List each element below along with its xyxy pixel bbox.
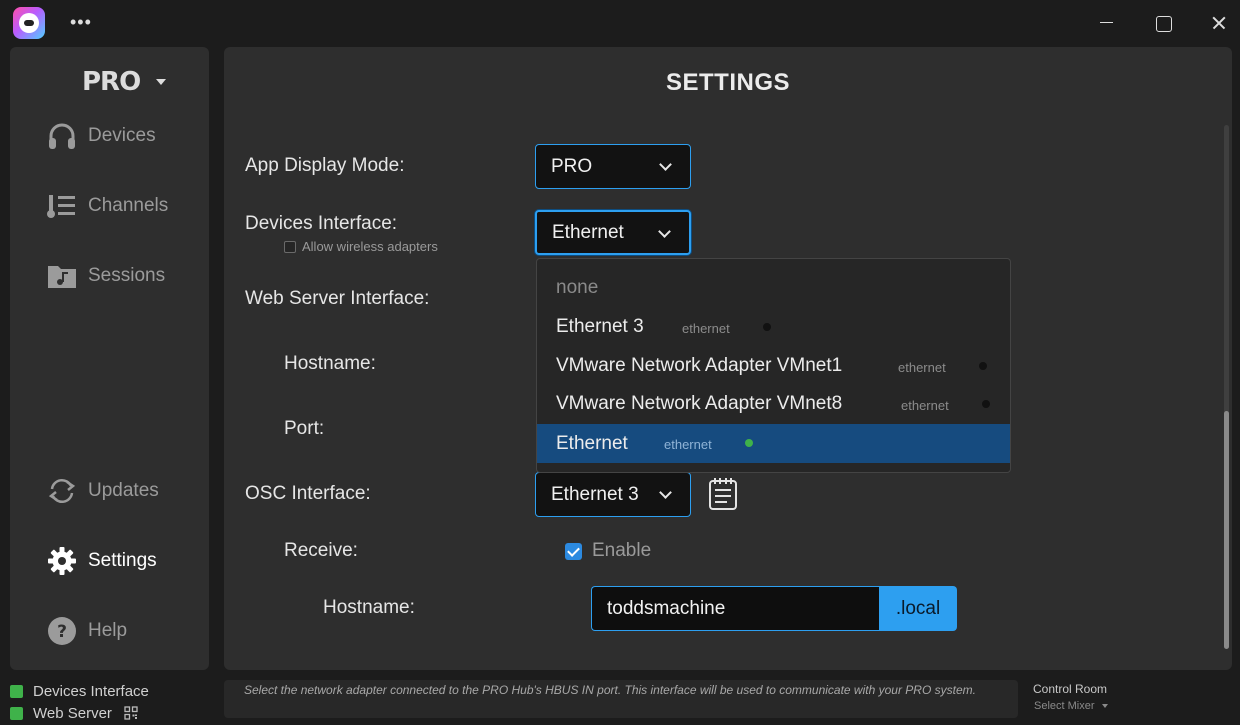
refresh-icon xyxy=(46,475,78,507)
sidebar-item-settings[interactable]: Settings xyxy=(46,545,157,577)
dropdown-option-none[interactable]: none xyxy=(537,269,1010,307)
channels-icon xyxy=(46,190,78,222)
devices-interface-dropdown: none Ethernet 3 ethernet VMware Network … xyxy=(536,258,1011,473)
select-value: Ethernet xyxy=(552,221,624,243)
hostname-suffix: .local xyxy=(879,586,957,631)
receive-label: Receive: xyxy=(284,540,358,561)
allow-wireless-label: Allow wireless adapters xyxy=(302,239,438,254)
status-indicators: Devices Interface Web Server xyxy=(10,680,149,724)
option-name: Ethernet 3 xyxy=(556,316,644,337)
folder-music-icon xyxy=(46,260,78,292)
sidebar-item-label: Devices xyxy=(88,125,156,146)
sidebar-item-help[interactable]: ? Help xyxy=(46,615,127,647)
more-options-icon[interactable]: ••• xyxy=(70,12,92,33)
select-mixer-label: Select Mixer xyxy=(1034,700,1095,712)
web-port-label: Port: xyxy=(284,418,325,439)
pro-logo: PRO xyxy=(82,67,141,97)
devices-interface-select[interactable]: Ethernet xyxy=(535,210,691,255)
osc-interface-label: OSC Interface: xyxy=(245,483,371,504)
app-logo-icon xyxy=(13,7,45,39)
sidebar-item-sessions[interactable]: Sessions xyxy=(46,260,165,292)
option-name: VMware Network Adapter VMnet1 xyxy=(556,355,843,376)
close-button[interactable] xyxy=(1206,10,1232,36)
chevron-down-icon xyxy=(659,158,672,171)
select-value: PRO xyxy=(551,155,593,177)
gear-icon xyxy=(46,545,78,577)
select-mixer-dropdown[interactable]: Select Mixer xyxy=(1034,700,1108,712)
receive-enable-checkbox[interactable]: Enable xyxy=(565,540,651,562)
sidebar-item-devices[interactable]: Devices xyxy=(46,120,156,152)
option-type: ethernet xyxy=(682,321,730,336)
chevron-down-icon xyxy=(659,486,672,499)
sidebar-item-label: Channels xyxy=(88,195,169,216)
minimize-button[interactable] xyxy=(1093,10,1119,36)
web-hostname-label: Hostname: xyxy=(284,353,376,374)
sidebar-item-label: Sessions xyxy=(88,265,166,286)
chevron-down-icon xyxy=(658,225,671,238)
page-title: SETTINGS xyxy=(665,69,790,96)
svg-text:?: ? xyxy=(57,622,67,642)
sidebar: PRO Devices Channels Sessions Updates Se… xyxy=(10,47,209,670)
select-value: Ethernet 3 xyxy=(551,483,639,505)
devices-interface-status: Devices Interface xyxy=(10,680,149,702)
sidebar-item-label: Help xyxy=(88,620,128,641)
dropdown-option-ethernet[interactable]: Ethernet ethernet xyxy=(537,424,1010,463)
status-dot-icon xyxy=(763,323,771,331)
status-label: Web Server xyxy=(33,704,112,722)
scrollbar-thumb[interactable] xyxy=(1224,411,1229,649)
option-type: ethernet xyxy=(901,398,949,413)
scrollbar[interactable] xyxy=(1224,125,1229,649)
sidebar-item-label: Updates xyxy=(88,480,159,501)
title-bar: ••• xyxy=(0,0,1240,46)
control-room-label: Control Room xyxy=(1033,682,1108,696)
enable-label: Enable xyxy=(592,540,652,561)
status-label: Devices Interface xyxy=(33,682,149,700)
status-indicator-icon xyxy=(10,684,23,698)
mode-selector[interactable]: PRO xyxy=(82,67,167,97)
dropdown-option-ethernet-3[interactable]: Ethernet 3 ethernet xyxy=(537,308,1010,346)
receive-hostname-label: Hostname: xyxy=(323,597,415,618)
osc-log-icon[interactable] xyxy=(708,477,738,511)
app-display-mode-select[interactable]: PRO xyxy=(535,144,691,189)
qr-code-icon[interactable] xyxy=(124,706,138,720)
headphones-icon xyxy=(46,120,78,152)
status-dot-icon xyxy=(979,362,987,370)
dropdown-option-vmnet8[interactable]: VMware Network Adapter VMnet8 ethernet xyxy=(537,385,1010,423)
checkbox-unchecked[interactable] xyxy=(284,240,296,253)
sidebar-item-channels[interactable]: Channels xyxy=(46,190,168,222)
caret-down-icon xyxy=(1101,704,1108,708)
app-display-mode-label: App Display Mode: xyxy=(245,155,405,176)
web-server-status: Web Server xyxy=(10,702,149,724)
osc-interface-select[interactable]: Ethernet 3 xyxy=(535,472,691,517)
option-type: ethernet xyxy=(898,360,946,375)
status-dot-icon xyxy=(982,400,990,408)
dropdown-option-vmnet1[interactable]: VMware Network Adapter VMnet1 ethernet xyxy=(537,347,1010,385)
devices-interface-label: Devices Interface: xyxy=(245,213,398,234)
checkbox-checked[interactable] xyxy=(565,542,582,560)
status-indicator-icon xyxy=(10,706,23,720)
sidebar-item-updates[interactable]: Updates xyxy=(46,475,159,507)
maximize-button[interactable] xyxy=(1150,10,1176,36)
caret-down-icon xyxy=(156,79,167,85)
option-type: ethernet xyxy=(664,437,712,452)
active-status-dot-icon xyxy=(745,439,753,447)
sidebar-item-label: Settings xyxy=(88,550,157,571)
option-name: Ethernet xyxy=(556,432,628,454)
receive-hostname-input[interactable]: toddsmachine xyxy=(591,586,879,631)
help-icon: ? xyxy=(46,615,78,647)
web-server-interface-label: Web Server Interface: xyxy=(245,288,430,309)
allow-wireless-checkbox[interactable]: Allow wireless adapters xyxy=(284,239,438,254)
option-name: none xyxy=(556,277,599,298)
help-hint-text: Select the network adapter connected to … xyxy=(224,680,1018,718)
option-name: VMware Network Adapter VMnet8 xyxy=(556,393,843,414)
